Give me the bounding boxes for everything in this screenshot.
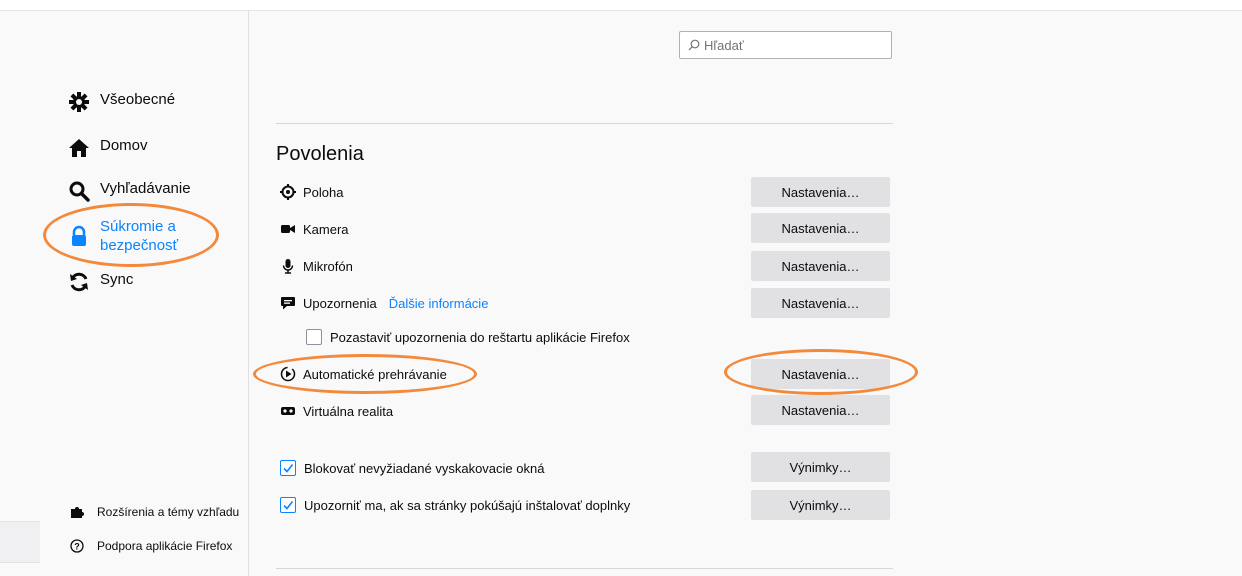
help-icon: ? xyxy=(70,539,84,553)
permission-label: Automatické prehrávanie xyxy=(303,366,447,382)
permission-label: Virtuálna realita xyxy=(303,403,394,419)
sidebar-footer-label: Rozšírenia a témy vzhľadu xyxy=(97,505,240,519)
warn-addons-checkbox[interactable] xyxy=(280,497,296,513)
checkbox-label: Upozorniť ma, ak sa stránky pokúšajú inš… xyxy=(304,497,631,513)
sidebar-item-label: Sync xyxy=(100,271,134,288)
permission-row-camera: Kamera xyxy=(280,221,349,237)
permission-row-notifications: Upozornenia Ďalšie informácie xyxy=(280,295,488,311)
permission-row-location: Poloha xyxy=(280,184,343,200)
lock-icon xyxy=(68,225,90,247)
svg-text:?: ? xyxy=(74,542,80,552)
checkbox-label: Blokovať nevyžiadané vyskakovacie okná xyxy=(304,460,545,476)
popup-exceptions-button[interactable]: Výnimky… xyxy=(751,452,890,482)
sidebar-item-label: Domov xyxy=(100,137,148,154)
sidebar-item-label: Súkromie a bezpečnosť xyxy=(100,218,179,254)
notification-icon xyxy=(280,295,296,311)
warn-addons-row: Upozorniť ma, ak sa stránky pokúšajú inš… xyxy=(280,497,630,513)
gear-icon xyxy=(68,91,90,113)
checkbox-label: Pozastaviť upozornenia do reštartu aplik… xyxy=(330,329,630,345)
checkmark-icon xyxy=(283,501,294,510)
sidebar-item-sync[interactable]: Sync xyxy=(68,271,133,293)
permission-row-vr: Virtuálna realita xyxy=(280,403,393,419)
location-settings-button[interactable]: Nastavenia… xyxy=(751,177,890,207)
search-icon xyxy=(688,39,700,51)
sidebar-item-general[interactable]: Všeobecné xyxy=(68,91,175,113)
checkmark-icon xyxy=(283,464,294,473)
block-popups-row: Blokovať nevyžiadané vyskakovacie okná xyxy=(280,460,544,476)
autoplay-settings-button[interactable]: Nastavenia… xyxy=(751,359,890,389)
permission-label: Mikrofón xyxy=(303,258,353,274)
home-icon xyxy=(68,137,90,159)
section-divider xyxy=(276,123,893,124)
autoplay-icon xyxy=(280,366,296,382)
section-divider xyxy=(276,568,893,569)
permission-label: Kamera xyxy=(303,221,349,237)
microphone-settings-button[interactable]: Nastavenia… xyxy=(751,251,890,281)
notifications-settings-button[interactable]: Nastavenia… xyxy=(751,288,890,318)
sidebar-footer-support[interactable]: ? Podpora aplikácie Firefox xyxy=(70,539,232,553)
sidebar-item-label: Všeobecné xyxy=(100,91,176,108)
block-popups-checkbox[interactable] xyxy=(280,460,296,476)
permission-row-autoplay: Automatické prehrávanie xyxy=(280,366,447,382)
pause-notifications-checkbox[interactable] xyxy=(306,329,322,345)
sidebar-edge-strip xyxy=(0,521,40,563)
sidebar-footer-label: Podpora aplikácie Firefox xyxy=(97,539,233,553)
search-icon xyxy=(68,180,90,202)
addons-exceptions-button[interactable]: Výnimky… xyxy=(751,490,890,520)
vr-icon xyxy=(280,403,296,419)
camera-settings-button[interactable]: Nastavenia… xyxy=(751,213,890,243)
permission-label: Upozornenia xyxy=(303,295,377,311)
vr-settings-button[interactable]: Nastavenia… xyxy=(751,395,890,425)
camera-icon xyxy=(280,221,296,237)
sidebar-footer-addons[interactable]: Rozšírenia a témy vzhľadu xyxy=(70,505,239,519)
puzzle-icon xyxy=(70,505,84,519)
microphone-icon xyxy=(280,258,296,274)
pause-notifications-row: Pozastaviť upozornenia do reštartu aplik… xyxy=(306,329,630,345)
learn-more-link[interactable]: Ďalšie informácie xyxy=(389,296,489,311)
sidebar-item-label: Vyhľadávanie xyxy=(100,180,191,197)
search-field[interactable] xyxy=(679,31,892,59)
permission-row-microphone: Mikrofón xyxy=(280,258,353,274)
sidebar-item-home[interactable]: Domov xyxy=(68,137,148,159)
sidebar-item-search[interactable]: Vyhľadávanie xyxy=(68,180,191,202)
sidebar-item-privacy[interactable]: Súkromie a bezpečnosť xyxy=(68,217,210,255)
search-input[interactable] xyxy=(704,37,884,53)
location-icon xyxy=(280,184,296,200)
permissions-heading: Povolenia xyxy=(276,143,364,165)
permission-label: Poloha xyxy=(303,184,344,200)
sync-icon xyxy=(68,271,90,293)
window-top-bar xyxy=(0,0,1242,11)
